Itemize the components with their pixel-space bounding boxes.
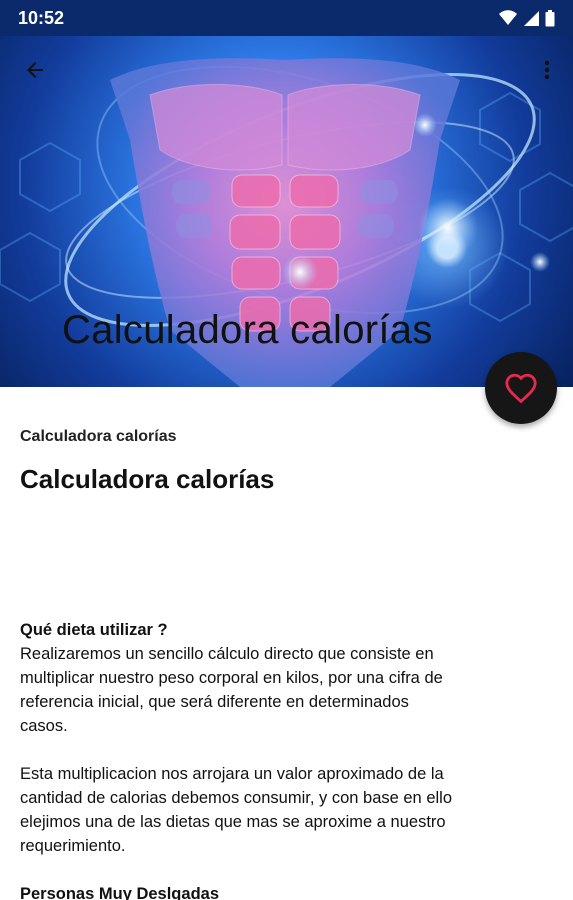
content-subtitle: Calculadora calorías: [20, 428, 177, 445]
paragraph-line: elejimos una de las dietas que mas se ap…: [20, 813, 446, 831]
status-time: 10:52: [18, 7, 65, 28]
paragraph-line: Esta multiplicacion nos arrojara un valo…: [20, 765, 444, 783]
hero-image: Calculadora calorías: [0, 0, 573, 387]
battery-icon: [545, 9, 555, 26]
paragraph-2: Esta multiplicacion nos arrojara un valo…: [20, 762, 555, 858]
section-heading: Qué dieta utilizar ?: [20, 621, 168, 639]
paragraph-1: Realizaremos un sencillo cálculo directo…: [20, 642, 555, 738]
more-vert-icon: [544, 60, 550, 80]
paragraph-line: multiplicar nuestro peso corporal en kil…: [20, 669, 443, 687]
signal-icon: [524, 11, 539, 26]
paragraph-line: Realizaremos un sencillo cálculo directo…: [20, 645, 434, 663]
article-body: Qué dieta utilizar ? Realizaremos un sen…: [20, 618, 555, 900]
favorite-button[interactable]: [485, 352, 557, 424]
back-button[interactable]: [13, 48, 57, 92]
content-header: Calculadora calorías Calculadora caloría…: [20, 428, 553, 495]
arrow-back-icon: [27, 62, 43, 78]
status-icons: [499, 9, 555, 27]
paragraph-line: requerimiento.: [20, 837, 126, 855]
paragraph-line: referencia inicial, que será diferente e…: [20, 693, 409, 711]
status-bar: 10:52: [0, 0, 573, 36]
wifi-icon: [499, 10, 517, 25]
more-options-button[interactable]: [525, 48, 569, 92]
section-heading: Personas Muy Deslgadas: [20, 885, 219, 900]
heart-outline-icon: [505, 373, 537, 404]
content-title: Calculadora calorías: [20, 464, 275, 494]
paragraph-line: casos.: [20, 717, 68, 735]
paragraph-line: cantidad de calorias debemos consumir, y…: [20, 789, 453, 807]
hero-title: Calculadora calorías: [62, 308, 433, 352]
